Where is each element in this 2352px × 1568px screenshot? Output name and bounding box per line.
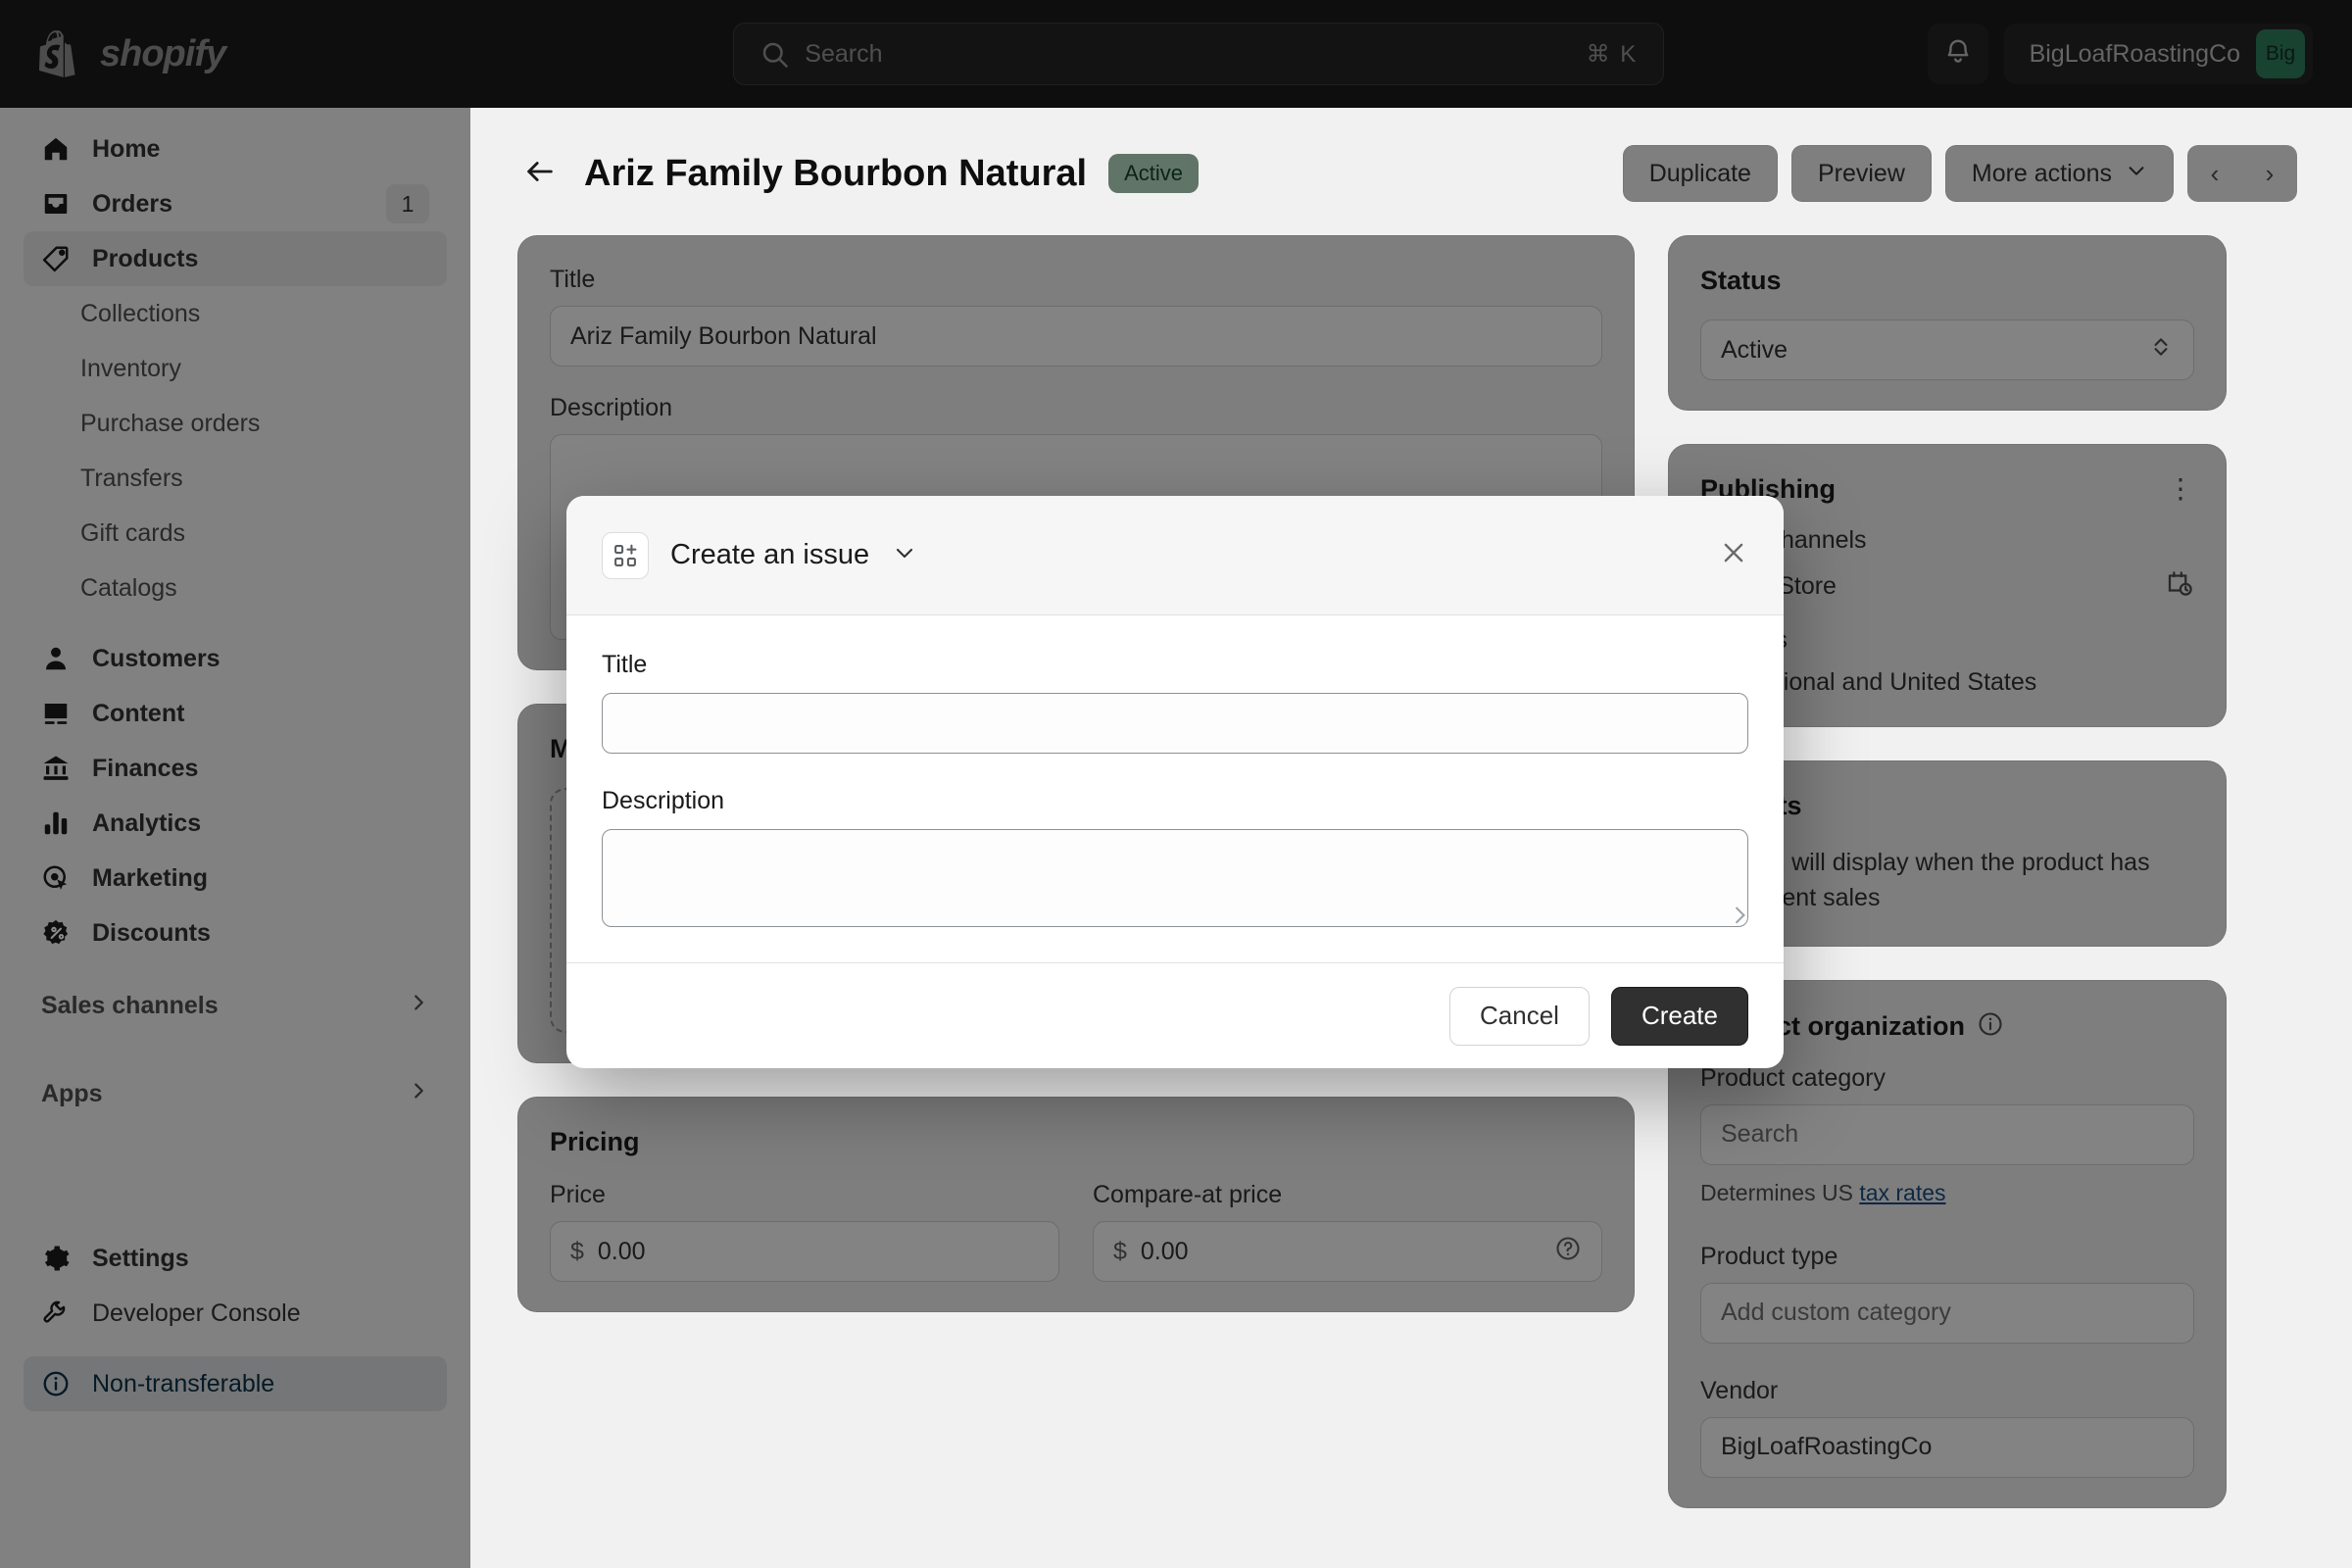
issue-description-textarea[interactable] <box>602 829 1748 927</box>
modal-header: Create an issue <box>566 496 1784 615</box>
modal-body: Title Description <box>566 615 1784 962</box>
cancel-button[interactable]: Cancel <box>1449 986 1590 1046</box>
create-label: Create <box>1641 1001 1718 1030</box>
modal-footer: Cancel Create <box>566 962 1784 1068</box>
modal-title-field-label: Title <box>602 651 648 678</box>
app-grid-plus-icon <box>602 531 649 579</box>
modal-title: Create an issue <box>670 539 870 570</box>
create-issue-modal: Create an issue Title Description Cancel… <box>566 496 1784 1068</box>
modal-description-field-label: Description <box>602 787 725 814</box>
cancel-label: Cancel <box>1480 1001 1559 1030</box>
chevron-down-icon[interactable] <box>893 541 916 569</box>
create-button[interactable]: Create <box>1610 986 1748 1046</box>
close-icon[interactable] <box>1719 538 1748 573</box>
issue-title-input[interactable] <box>602 693 1748 754</box>
